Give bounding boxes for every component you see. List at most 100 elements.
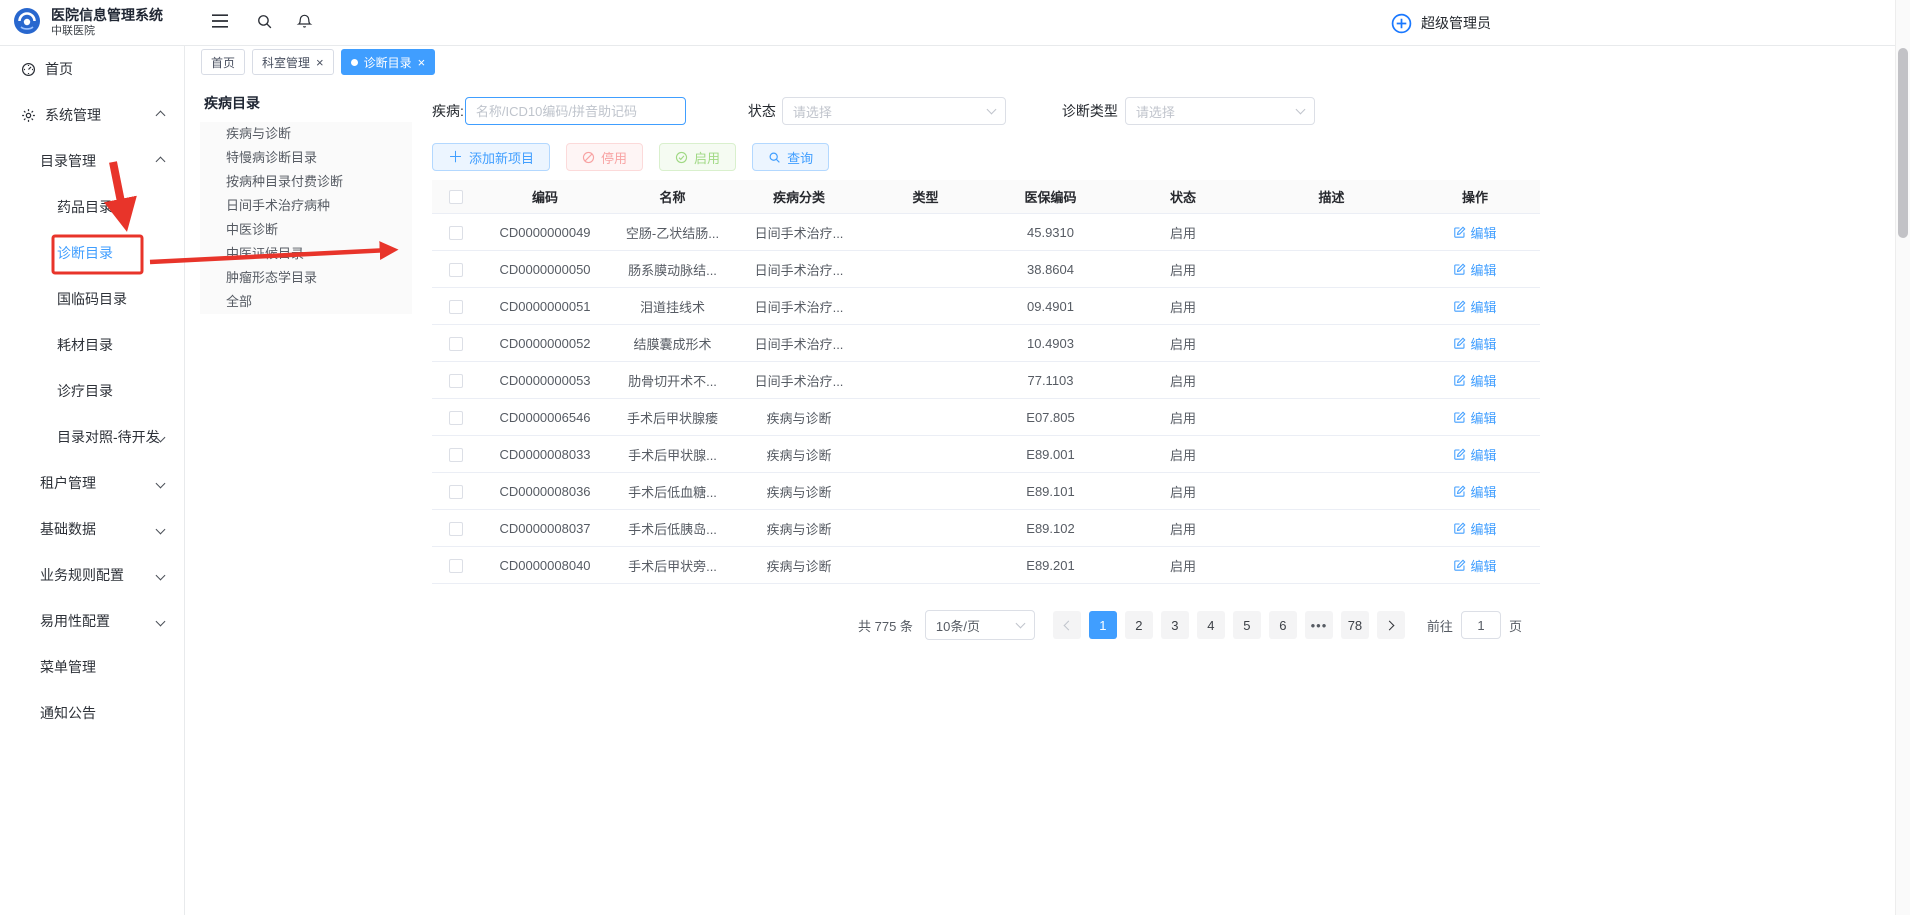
sidebar-item-usability-config[interactable]: 易用性配置 [0, 598, 184, 644]
select-all-checkbox[interactable] [449, 190, 463, 204]
toolbar: ＋ 添加新项目 停用 启用 查询 [432, 143, 829, 171]
cell-code: CD0000000051 [480, 299, 610, 314]
chevron-down-icon [156, 570, 166, 580]
edit-button[interactable]: 编辑 [1453, 223, 1496, 242]
disable-button[interactable]: 停用 [566, 143, 643, 171]
next-page-button[interactable] [1377, 611, 1405, 639]
edit-button[interactable]: 编辑 [1453, 334, 1496, 353]
table-row: CD0000000049 空肠-乙状结肠... 日间手术治疗... 45.931… [432, 214, 1540, 251]
search-icon[interactable] [256, 13, 273, 30]
enable-button[interactable]: 启用 [659, 143, 736, 171]
cell-insurance-code: 45.9310 [988, 225, 1113, 240]
row-checkbox[interactable] [449, 226, 463, 240]
tree-item-tcm-diagnosis[interactable]: 中医诊断 [200, 218, 412, 242]
more-pages-button[interactable]: ••• [1305, 611, 1333, 639]
close-icon[interactable]: × [418, 56, 426, 69]
tree-item-payment-by-disease[interactable]: 按病种目录付费诊断 [200, 170, 412, 194]
edit-button[interactable]: 编辑 [1453, 519, 1496, 538]
status-select[interactable]: 请选择 [782, 97, 1006, 125]
page-button-3[interactable]: 3 [1161, 611, 1189, 639]
sidebar: 首页 系统管理 目录管理 药品目录 诊断目录 国临码目录 耗材目录 诊疗目录 目… [0, 46, 185, 915]
row-checkbox[interactable] [449, 522, 463, 536]
row-checkbox[interactable] [449, 374, 463, 388]
row-checkbox[interactable] [449, 337, 463, 351]
page-button-1[interactable]: 1 [1089, 611, 1117, 639]
sidebar-item-business-rules[interactable]: 业务规则配置 [0, 552, 184, 598]
edit-icon [1453, 263, 1466, 276]
cell-name: 手术后低血糖... [610, 482, 735, 501]
sidebar-item-treatment-catalog[interactable]: 诊疗目录 [0, 368, 184, 414]
tab-home[interactable]: 首页 [201, 49, 245, 75]
notifications-bell-icon[interactable] [296, 12, 313, 30]
sidebar-item-menu-management[interactable]: 菜单管理 [0, 644, 184, 690]
edit-button[interactable]: 编辑 [1453, 371, 1496, 390]
diagnosis-type-select[interactable]: 请选择 [1125, 97, 1315, 125]
column-header-category: 疾病分类 [735, 187, 863, 206]
sidebar-item-tenant-management[interactable]: 租户管理 [0, 460, 184, 506]
edit-label: 编辑 [1470, 482, 1496, 501]
table-header-row: 编码 名称 疾病分类 类型 医保编码 状态 描述 操作 [432, 180, 1540, 214]
tree-item-special-chronic[interactable]: 特慢病诊断目录 [200, 146, 412, 170]
sidebar-item-notice[interactable]: 通知公告 [0, 690, 184, 736]
tree-item-disease-diagnosis[interactable]: 疾病与诊断 [200, 122, 412, 146]
page-button-78[interactable]: 78 [1341, 611, 1369, 639]
cell-insurance-code: E07.805 [988, 410, 1113, 425]
sidebar-item-system-management[interactable]: 系统管理 [0, 92, 184, 138]
page-button-6[interactable]: 6 [1269, 611, 1297, 639]
row-checkbox[interactable] [449, 300, 463, 314]
edit-label: 编辑 [1470, 408, 1496, 427]
cell-insurance-code: E89.201 [988, 558, 1113, 573]
tab-diagnosis-catalog[interactable]: 诊断目录 × [341, 49, 436, 75]
sidebar-item-consumables-catalog[interactable]: 耗材目录 [0, 322, 184, 368]
dashboard-icon [21, 62, 36, 77]
add-item-label: 添加新项目 [469, 148, 534, 167]
sidebar-item-drug-catalog[interactable]: 药品目录 [0, 184, 184, 230]
page-button-5[interactable]: 5 [1233, 611, 1261, 639]
goto-label: 前往 [1427, 616, 1453, 635]
sidebar-item-diagnosis-catalog[interactable]: 诊断目录 [0, 230, 184, 276]
row-checkbox[interactable] [449, 485, 463, 499]
page-button-2[interactable]: 2 [1125, 611, 1153, 639]
edit-label: 编辑 [1470, 519, 1496, 538]
tree-item-tumor-morphology[interactable]: 肿瘤形态学目录 [200, 266, 412, 290]
chevron-down-icon [156, 478, 166, 488]
edit-button[interactable]: 编辑 [1453, 482, 1496, 501]
page-button-4[interactable]: 4 [1197, 611, 1225, 639]
query-button[interactable]: 查询 [752, 143, 829, 171]
scrollbar-thumb[interactable] [1898, 48, 1908, 238]
goto-page-input[interactable] [1461, 611, 1501, 639]
tree-item-day-surgery[interactable]: 日间手术治疗病种 [200, 194, 412, 218]
edit-button[interactable]: 编辑 [1453, 408, 1496, 427]
sidebar-item-label: 系统管理 [45, 105, 101, 125]
cell-code: CD0000000053 [480, 373, 610, 388]
sidebar-item-catalog-management[interactable]: 目录管理 [0, 138, 184, 184]
row-checkbox[interactable] [449, 448, 463, 462]
sidebar-item-basic-data[interactable]: 基础数据 [0, 506, 184, 552]
sidebar-item-home[interactable]: 首页 [0, 46, 184, 92]
sidebar-item-label: 诊疗目录 [57, 381, 113, 401]
tree-item-tcm-syndrome[interactable]: 中医证候目录 [200, 242, 412, 266]
vertical-scrollbar[interactable] [1895, 0, 1910, 915]
disease-search-input[interactable] [465, 97, 686, 125]
edit-button[interactable]: 编辑 [1453, 297, 1496, 316]
user-menu[interactable]: 超级管理员 [1390, 0, 1491, 46]
cell-category: 日间手术治疗... [735, 371, 863, 390]
tree-item-all[interactable]: 全部 [200, 290, 412, 314]
edit-button[interactable]: 编辑 [1453, 260, 1496, 279]
add-item-button[interactable]: ＋ 添加新项目 [432, 143, 550, 171]
chevron-down-icon [156, 616, 166, 626]
cell-name: 肠系膜动脉结... [610, 260, 735, 279]
prev-page-button[interactable] [1053, 611, 1081, 639]
row-checkbox[interactable] [449, 263, 463, 277]
edit-button[interactable]: 编辑 [1453, 445, 1496, 464]
collapse-menu-icon[interactable] [211, 13, 229, 29]
tab-department-management[interactable]: 科室管理 × [252, 49, 334, 75]
sidebar-item-catalog-mapping[interactable]: 目录对照-待开发 [0, 414, 184, 460]
row-checkbox[interactable] [449, 411, 463, 425]
cell-name: 肋骨切开术不... [610, 371, 735, 390]
row-checkbox[interactable] [449, 559, 463, 573]
close-icon[interactable]: × [316, 56, 324, 69]
sidebar-item-national-code-catalog[interactable]: 国临码目录 [0, 276, 184, 322]
page-size-select[interactable]: 10条/页 [925, 610, 1035, 640]
edit-button[interactable]: 编辑 [1453, 556, 1496, 575]
